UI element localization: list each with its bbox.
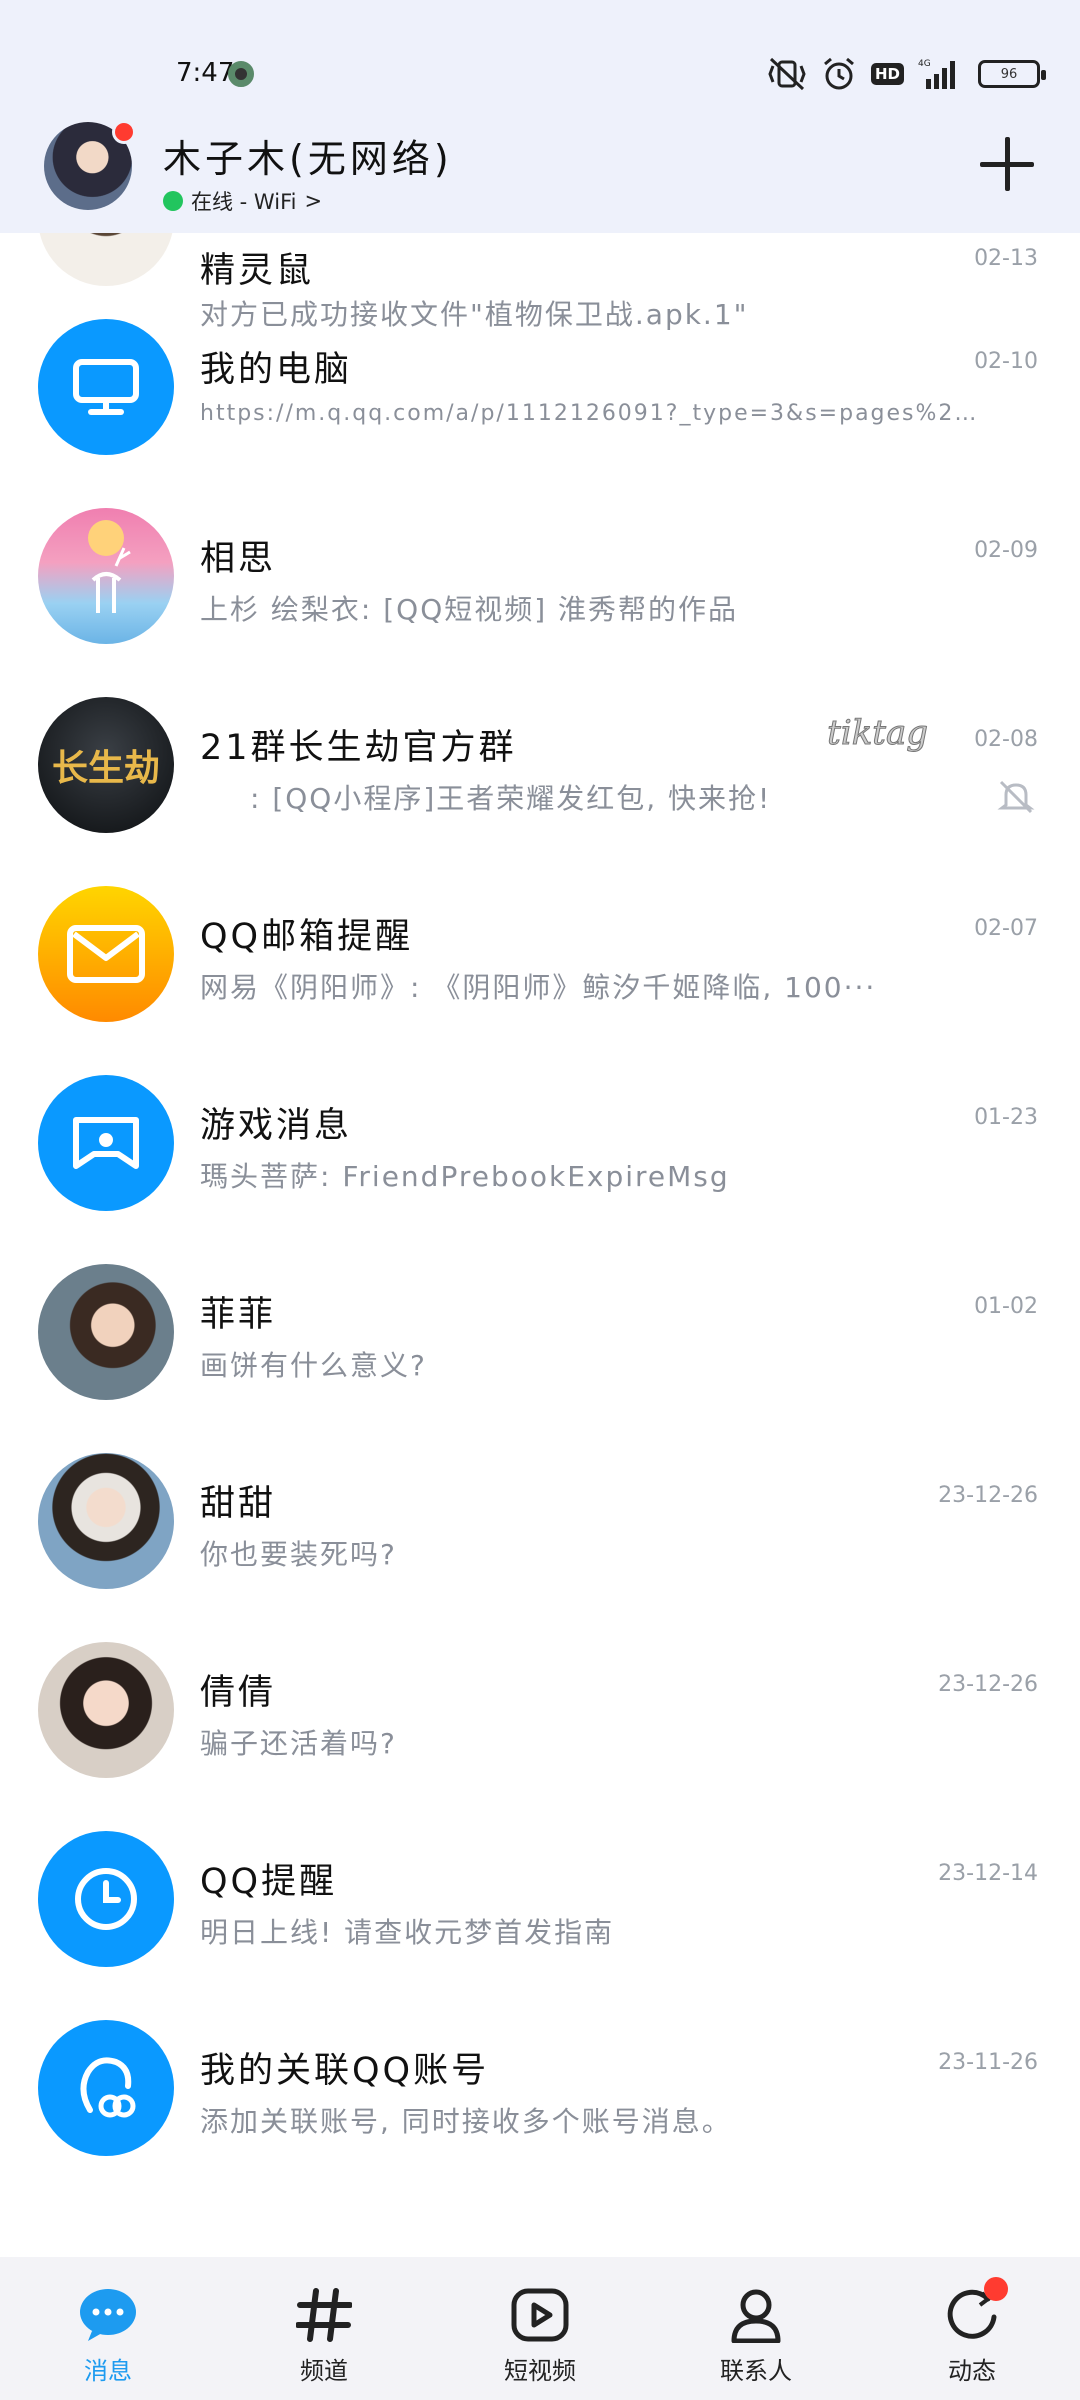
linked-account-avatar: [38, 2020, 174, 2156]
computer-icon: [73, 359, 139, 415]
hash-icon: [292, 2283, 356, 2347]
chat-item-6[interactable]: 菲菲 01-02 画饼有什么意义?: [0, 1264, 1080, 1454]
tab-label: 动态: [948, 2357, 996, 2385]
chat-name: 菲菲: [200, 1295, 277, 1335]
feed-notification-badge: [984, 2277, 1008, 2301]
profile-notification-badge: [112, 120, 136, 144]
chat-preview: 上杉 绘梨衣: [QQ短视频] 淮秀帮的作品: [200, 593, 739, 626]
mute-bell-icon: [996, 777, 1036, 821]
clock-icon: [75, 1868, 137, 1930]
chat-name: 我的关联QQ账号: [200, 2051, 490, 2091]
profile-name[interactable]: 木子木(无网络): [163, 128, 453, 183]
online-dot-icon: [163, 191, 183, 211]
chat-preview: : [QQ小程序]王者荣耀发红包, 快来抢!: [250, 782, 772, 815]
user-photo-avatar: [38, 1264, 174, 1400]
chat-name: 21群长生劫官方群: [200, 728, 517, 768]
chat-date: 02-07: [974, 916, 1038, 941]
chat-preview: 你也要装死吗?: [200, 1538, 397, 1571]
chat-date: 01-23: [974, 1105, 1038, 1130]
chat-name: 精灵鼠: [200, 251, 315, 291]
hd-icon: HD: [870, 63, 904, 85]
chat-item-0[interactable]: 精灵鼠 02-13 对方已成功接收文件"植物保卫战.apk.1": [0, 233, 1080, 331]
anime-avatar: [38, 233, 174, 286]
app-header: 7:47 HD 4G 96 木子木(无网络) 在线 - WiFi >: [0, 0, 1080, 233]
chat-date: 23-12-26: [938, 1672, 1038, 1697]
video-icon: [508, 2283, 572, 2347]
chat-preview: https://m.q.qq.com/a/p/1112126091?_type=…: [200, 401, 980, 426]
chat-date: 02-08: [974, 727, 1038, 752]
chat-name: 甜甜: [200, 1484, 277, 1524]
chevron-right-icon: >: [304, 189, 323, 213]
chat-date: 02-13: [974, 246, 1038, 271]
online-status-label: 在线 - WiFi: [191, 190, 297, 214]
chat-preview: 画饼有什么意义?: [200, 1349, 427, 1382]
computer-avatar: [38, 319, 174, 455]
notification-dot-icon: [228, 61, 254, 87]
battery-icon: 96: [978, 60, 1046, 88]
status-icons: HD 4G 96: [767, 52, 1046, 96]
mail-icon: [67, 925, 145, 983]
chat-item-8[interactable]: 倩倩 23-12-26 骗子还活着吗?: [0, 1642, 1080, 1832]
group-tag-badge: tiktag: [827, 713, 929, 754]
deer-art-avatar: [38, 508, 174, 644]
chat-item-10[interactable]: 我的关联QQ账号 23-11-26 添加关联账号, 同时接收多个账号消息。: [0, 2020, 1080, 2210]
chat-preview: 明日上线! 请查收元梦首发指南: [200, 1916, 615, 1949]
signal-icon: 4G: [918, 57, 964, 91]
refresh-star-icon: [940, 2277, 1008, 2347]
bottom-tab-bar: 消息 频道 短视频 联系人 动态: [0, 2257, 1080, 2400]
game-logo-text: 长生劫: [51, 747, 160, 789]
chat-item-1[interactable]: 我的电脑 02-10 https://m.q.qq.com/a/p/111212…: [0, 319, 1080, 509]
link-account-icon: [80, 2057, 136, 2118]
tab-short-video[interactable]: 短视频: [432, 2257, 648, 2400]
chat-name: 游戏消息: [200, 1106, 353, 1146]
chat-name: QQ提醒: [200, 1862, 338, 1902]
chat-list: 精灵鼠 02-13 对方已成功接收文件"植物保卫战.apk.1" 我的电脑 02…: [0, 233, 1080, 2257]
chat-preview: 网易《阴阳师》: 《阴阳师》鲸汐千姬降临, 100···: [200, 971, 877, 1004]
chat-date: 01-02: [974, 1294, 1038, 1319]
contact-icon: [724, 2283, 788, 2347]
chat-item-9[interactable]: QQ提醒 23-12-14 明日上线! 请查收元梦首发指南: [0, 1831, 1080, 2021]
chat-date: 02-09: [974, 538, 1038, 563]
online-status[interactable]: 在线 - WiFi >: [163, 186, 322, 216]
chat-date: 23-12-26: [938, 1483, 1038, 1508]
game-group-avatar: 长生劫: [38, 697, 174, 833]
tab-messages[interactable]: 消息: [0, 2257, 216, 2400]
tab-feed[interactable]: 动态: [864, 2257, 1080, 2400]
chat-preview: 添加关联账号, 同时接收多个账号消息。: [200, 2105, 732, 2138]
chat-item-7[interactable]: 甜甜 23-12-26 你也要装死吗?: [0, 1453, 1080, 1643]
chat-name: 相思: [200, 539, 277, 579]
chat-name: 我的电脑: [200, 350, 353, 390]
svg-text:4G: 4G: [918, 59, 931, 69]
chat-item-2[interactable]: 相思 02-09 上杉 绘梨衣: [QQ短视频] 淮秀帮的作品: [0, 508, 1080, 698]
game-message-avatar: [38, 1075, 174, 1211]
chat-date: 23-12-14: [938, 1861, 1038, 1886]
chat-name: QQ邮箱提醒: [200, 917, 414, 957]
user-photo-avatar: [38, 1453, 174, 1589]
chat-name: 倩倩: [200, 1673, 277, 1713]
alarm-icon: [821, 56, 857, 92]
tab-label: 短视频: [504, 2357, 576, 2385]
chat-preview: 瑪头菩萨: FriendPrebookExpireMsg: [200, 1160, 730, 1193]
mail-avatar: [38, 886, 174, 1022]
chat-preview: 骗子还活着吗?: [200, 1727, 397, 1760]
user-photo-avatar: [38, 1642, 174, 1778]
tab-label: 频道: [300, 2357, 348, 2385]
chat-date: 02-10: [974, 349, 1038, 374]
tab-label: 联系人: [720, 2357, 792, 2385]
chat-item-5[interactable]: 游戏消息 01-23 瑪头菩萨: FriendPrebookExpireMsg: [0, 1075, 1080, 1265]
vibrate-off-icon: [767, 56, 807, 92]
status-bar: 7:47 HD 4G 96: [0, 40, 1080, 110]
tab-label: 消息: [84, 2357, 132, 2385]
chat-item-3[interactable]: 长生劫 21群长生劫官方群 tiktag 02-08 : [QQ小程序]王者荣耀…: [0, 697, 1080, 887]
tab-channels[interactable]: 频道: [216, 2257, 432, 2400]
add-button[interactable]: [978, 135, 1036, 193]
chat-item-4[interactable]: QQ邮箱提醒 02-07 网易《阴阳师》: 《阴阳师》鲸汐千姬降临, 100··…: [0, 886, 1080, 1076]
message-icon: [76, 2283, 140, 2347]
reminder-avatar: [38, 1831, 174, 1967]
status-time: 7:47: [176, 58, 235, 88]
tab-contacts[interactable]: 联系人: [648, 2257, 864, 2400]
chat-date: 23-11-26: [938, 2050, 1038, 2075]
game-icon: [73, 1117, 139, 1169]
